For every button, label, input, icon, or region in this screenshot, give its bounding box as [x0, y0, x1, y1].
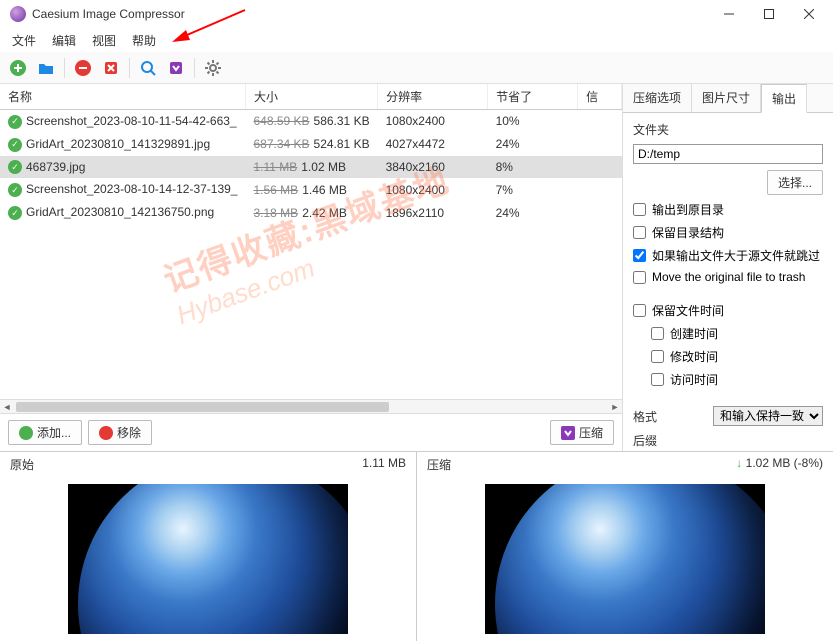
- folder-label: 文件夹: [633, 121, 823, 138]
- format-label: 格式: [633, 408, 657, 425]
- menu-view[interactable]: 视图: [84, 30, 124, 51]
- chk-access-time[interactable]: 访问时间: [651, 371, 823, 388]
- title-bar: Caesium Image Compressor: [0, 0, 833, 28]
- preview-compressed-size: ↓ 1.02 MB (-8%): [736, 456, 823, 473]
- preview-compressed: 压缩 ↓ 1.02 MB (-8%): [416, 452, 833, 641]
- menu-help[interactable]: 帮助: [124, 30, 164, 51]
- preview-compressed-label: 压缩: [427, 456, 451, 473]
- preview-original: 原始 1.11 MB: [0, 452, 416, 641]
- col-name[interactable]: 名称: [0, 84, 245, 110]
- folder-input[interactable]: [633, 144, 823, 164]
- tab-image-size[interactable]: 图片尺寸: [692, 84, 761, 112]
- toolbar: [0, 52, 833, 84]
- preview-strip: 原始 1.11 MB 压缩 ↓ 1.02 MB (-8%): [0, 451, 833, 641]
- preview-compressed-image: [485, 484, 765, 634]
- file-table[interactable]: 名称 大小 分辨率 节省了 信 Screenshot_2023-08-10-11…: [0, 84, 622, 399]
- table-row[interactable]: GridArt_20230810_142136750.png3.18 MB2.4…: [0, 201, 622, 224]
- maximize-button[interactable]: [749, 0, 789, 28]
- window-title: Caesium Image Compressor: [32, 7, 709, 21]
- chk-output-same-dir[interactable]: 输出到原目录: [633, 201, 823, 218]
- chk-move-to-trash[interactable]: Move the original file to trash: [633, 270, 823, 284]
- browse-button[interactable]: 选择...: [767, 170, 823, 195]
- status-ok-icon: [8, 138, 22, 152]
- menu-bar: 文件 编辑 视图 帮助: [0, 28, 833, 52]
- add-file-icon[interactable]: [6, 56, 30, 80]
- action-bar: 添加... 移除 压缩: [0, 413, 622, 451]
- preview-original-label: 原始: [10, 456, 34, 473]
- add-button[interactable]: 添加...: [8, 420, 82, 445]
- table-row[interactable]: Screenshot_2023-08-10-11-54-42-663_648.5…: [0, 110, 622, 133]
- add-folder-icon[interactable]: [34, 56, 58, 80]
- horizontal-scrollbar[interactable]: ◄►: [0, 399, 622, 413]
- col-resolution[interactable]: 分辨率: [378, 84, 488, 110]
- col-info[interactable]: 信: [578, 84, 622, 110]
- preview-original-image: [68, 484, 348, 634]
- status-ok-icon: [8, 115, 22, 129]
- clear-icon[interactable]: [99, 56, 123, 80]
- col-saved[interactable]: 节省了: [488, 84, 578, 110]
- status-ok-icon: [8, 160, 22, 174]
- format-select[interactable]: 和输入保持一致: [713, 406, 823, 426]
- annotation-arrow: [170, 8, 250, 44]
- chk-modify-time[interactable]: 修改时间: [651, 348, 823, 365]
- close-button[interactable]: [789, 0, 829, 28]
- preview-original-size: 1.11 MB: [362, 456, 406, 473]
- chk-keep-file-time[interactable]: 保留文件时间: [633, 302, 823, 319]
- menu-file[interactable]: 文件: [4, 30, 44, 51]
- chk-keep-structure[interactable]: 保留目录结构: [633, 224, 823, 241]
- tab-compress-options[interactable]: 压缩选项: [623, 84, 692, 112]
- status-ok-icon: [8, 206, 22, 220]
- side-panel: 压缩选项 图片尺寸 输出 文件夹 选择... 输出到原目录 保留目录结构 如果输…: [623, 84, 833, 451]
- search-icon[interactable]: [136, 56, 160, 80]
- menu-edit[interactable]: 编辑: [44, 30, 84, 51]
- suffix-label: 后缀: [633, 432, 657, 449]
- table-row[interactable]: GridArt_20230810_141329891.jpg687.34 KB5…: [0, 133, 622, 156]
- minimize-button[interactable]: [709, 0, 749, 28]
- remove-button[interactable]: 移除: [88, 420, 152, 445]
- table-row[interactable]: Screenshot_2023-08-10-14-12-37-139_1.56 …: [0, 178, 622, 201]
- remove-icon[interactable]: [71, 56, 95, 80]
- status-ok-icon: [8, 183, 22, 197]
- compress-icon[interactable]: [164, 56, 188, 80]
- app-icon: [10, 6, 26, 22]
- settings-icon[interactable]: [201, 56, 225, 80]
- table-row[interactable]: 468739.jpg1.11 MB1.02 MB3840x21608%: [0, 156, 622, 179]
- compress-button[interactable]: 压缩: [550, 420, 614, 445]
- tab-output[interactable]: 输出: [761, 84, 807, 113]
- chk-skip-if-larger[interactable]: 如果输出文件大于源文件就跳过: [633, 247, 823, 264]
- chk-creation-time[interactable]: 创建时间: [651, 325, 823, 342]
- col-size[interactable]: 大小: [245, 84, 377, 110]
